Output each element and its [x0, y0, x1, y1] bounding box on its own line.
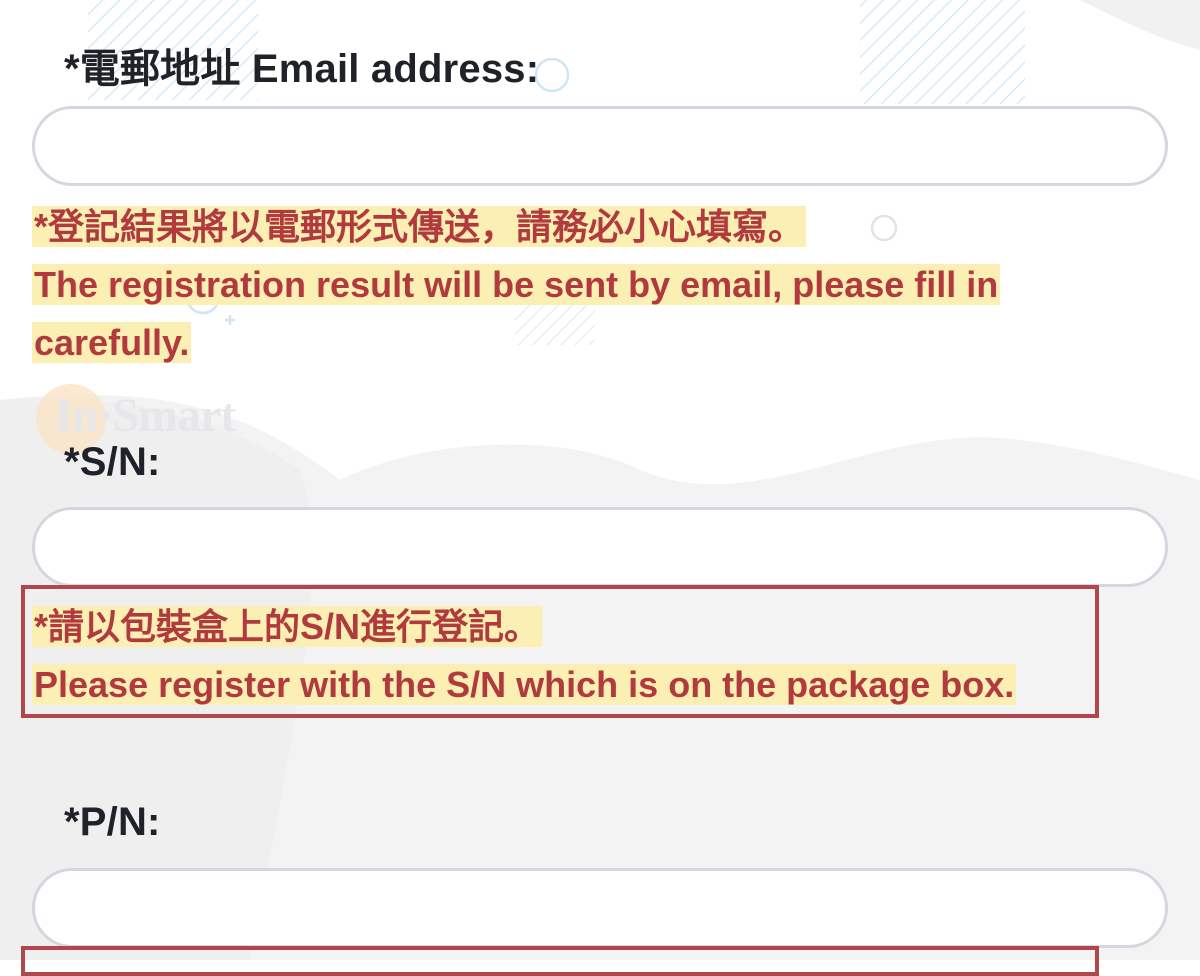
sn-note: *請以包裝盒上的S/N進行登記。 Please register with th…	[32, 598, 1017, 714]
email-note-zh: *登記結果將以電郵形式傳送，請務必小心填寫。	[32, 206, 807, 247]
pn-field[interactable]	[32, 868, 1168, 948]
sn-note-zh: *請以包裝盒上的S/N進行登記。	[32, 606, 543, 647]
sn-field[interactable]	[32, 507, 1168, 587]
sn-label: *S/N:	[64, 440, 161, 484]
sn-note-en: Please register with the S/N which is on…	[32, 664, 1017, 705]
email-label: *電郵地址 Email address:	[64, 47, 540, 91]
pn-note-annotation-box	[21, 946, 1099, 976]
email-note: *登記結果將以電郵形式傳送，請務必小心填寫。 The registration …	[32, 198, 1001, 372]
email-note-en-line2: carefully.	[32, 322, 192, 363]
watermark-text: In·Smart	[54, 389, 236, 442]
email-note-en-line1: The registration result will be sent by …	[32, 264, 1001, 305]
email-field[interactable]	[32, 106, 1168, 186]
pn-label: *P/N:	[64, 800, 161, 844]
